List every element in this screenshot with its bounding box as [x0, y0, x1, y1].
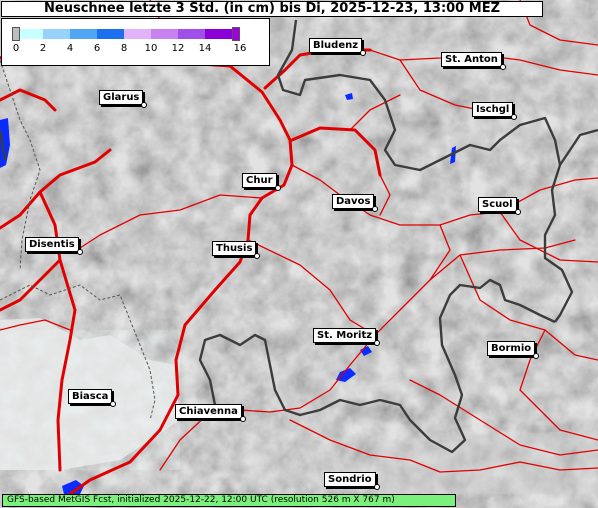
place-label-bludenz[interactable]: Bludenz [309, 38, 367, 56]
place-label-ischgl[interactable]: Ischgl [472, 102, 518, 120]
terrain-map [0, 0, 598, 508]
place-label-scuol[interactable]: Scuol [478, 197, 521, 215]
legend-tick: 10 [144, 43, 158, 54]
place-label-bormio[interactable]: Bormio [487, 341, 540, 359]
legend-tick: 12 [171, 43, 185, 54]
map[interactable]: Neuschnee letzte 3 Std. (in cm) bis Di, … [0, 0, 598, 508]
legend-tick: 16 [233, 43, 247, 54]
place-label-glarus[interactable]: Glarus [99, 90, 148, 108]
legend-color-bar [12, 27, 240, 41]
legend-swatch [97, 29, 124, 39]
legend-tick: 4 [66, 43, 74, 54]
legend-above-swatch [232, 27, 240, 41]
legend-tick: 0 [12, 43, 20, 54]
place-label-thusis[interactable]: Thusis [212, 241, 261, 259]
legend-below-swatch [12, 27, 20, 41]
legend-tick: 6 [93, 43, 101, 54]
place-label-chur[interactable]: Chur [242, 173, 280, 191]
forecast-info-footer: GFS-based MetGIS Fcst, initialized 2025-… [2, 494, 456, 507]
place-label-st-moritz[interactable]: St. Moritz [313, 328, 381, 346]
legend-swatch [151, 29, 178, 39]
place-label-st-anton[interactable]: St. Anton [441, 52, 506, 70]
legend-swatch [16, 29, 43, 39]
legend-tick: 14 [198, 43, 212, 54]
legend-tick: 2 [39, 43, 47, 54]
legend-swatch [70, 29, 97, 39]
place-label-davos[interactable]: Davos [332, 194, 379, 212]
legend: 0 2 4 6 8 10 12 14 16 [1, 18, 270, 66]
place-label-biasca[interactable]: Biasca [68, 389, 117, 407]
place-label-sondrio[interactable]: Sondrio [324, 472, 380, 490]
legend-swatch [43, 29, 70, 39]
map-title: Neuschnee letzte 3 Std. (in cm) bis Di, … [1, 1, 543, 17]
legend-tick: 8 [120, 43, 128, 54]
legend-swatch [205, 29, 232, 39]
legend-swatch [178, 29, 205, 39]
legend-swatch [124, 29, 151, 39]
place-label-chiavenna[interactable]: Chiavenna [175, 404, 246, 422]
place-label-disentis[interactable]: Disentis [25, 237, 83, 255]
